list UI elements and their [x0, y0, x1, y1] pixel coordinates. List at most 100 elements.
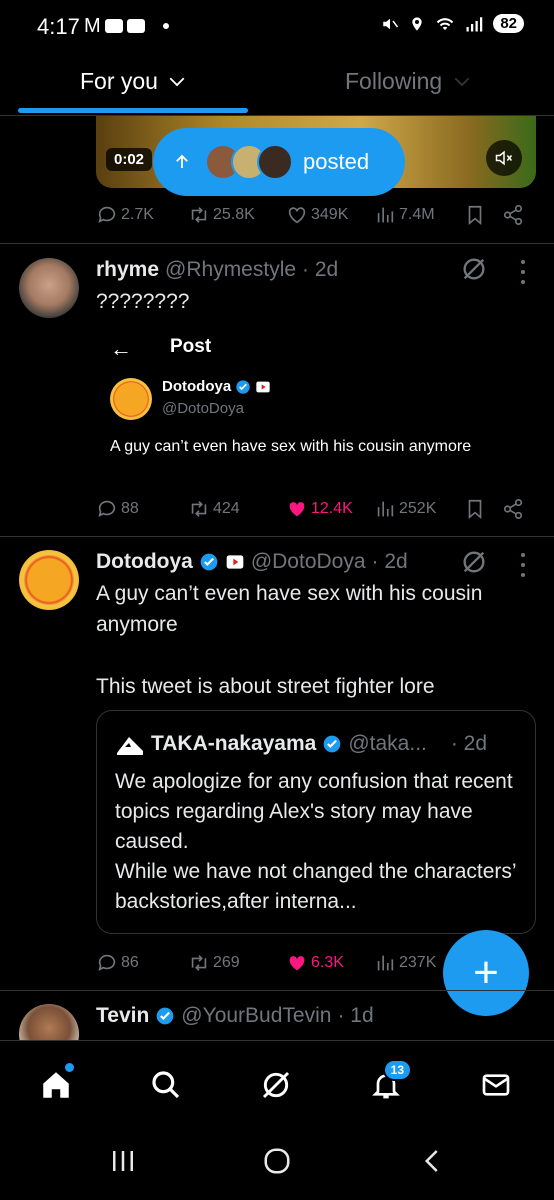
reply-button[interactable]: 2.7K [96, 204, 178, 226]
youtube-badge-icon [256, 381, 270, 392]
home-circle-icon[interactable] [262, 1146, 292, 1176]
repost-count: 25.8K [213, 206, 255, 223]
embedded-text: A guy can’t even have sex with his cousi… [110, 438, 472, 455]
more-options-icon[interactable] [520, 553, 526, 577]
location-icon [412, 16, 422, 31]
like-count: 6.3K [311, 954, 344, 971]
active-tab-indicator [18, 108, 248, 113]
nav-search[interactable] [146, 1065, 186, 1105]
views-button[interactable]: 7.4M [374, 204, 454, 226]
heart-filled-icon [289, 502, 305, 517]
divider [0, 990, 554, 991]
grok-icon[interactable] [460, 255, 488, 283]
heart-filled-icon [289, 956, 305, 971]
author-handle[interactable]: @YourBudTevin [181, 1004, 331, 1028]
avatar [110, 378, 152, 420]
quoted-tweet-time: · 2d [450, 732, 488, 755]
tab-for-you[interactable]: For you [80, 68, 186, 95]
nav-grok[interactable] [256, 1065, 296, 1105]
reply-icon [98, 500, 116, 517]
divider [0, 243, 554, 244]
views-button[interactable]: 252K [374, 498, 454, 520]
posted-label: posted [303, 149, 370, 174]
verified-icon [236, 379, 250, 394]
gmail-icon: M [84, 15, 101, 37]
reply-icon [98, 206, 116, 223]
embedded-author-name-text: Dotodoya [162, 378, 232, 395]
quoted-tweet-header: TAKA-nakayama @taka... · 2d [115, 729, 487, 759]
status-right-icons: 82 [381, 14, 524, 33]
author-name[interactable]: Tevin [96, 1004, 149, 1028]
like-button[interactable]: 12.4K [286, 498, 372, 520]
mail-icon [482, 1074, 510, 1096]
volume-muted-icon [495, 150, 513, 166]
tweet-time: · 1d [337, 1004, 374, 1027]
bottom-navigation: 13 [0, 1040, 554, 1130]
home-icon [43, 1072, 69, 1098]
more-options-icon[interactable] [520, 260, 526, 284]
divider [0, 536, 554, 537]
tweet-text: A guy can’t even have sex with his cousi… [96, 582, 483, 698]
back-icon[interactable] [418, 1146, 448, 1176]
tab-following[interactable]: Following [345, 68, 471, 95]
youtube-icon [104, 19, 123, 33]
avatar [115, 729, 145, 759]
grok-icon[interactable] [460, 548, 488, 576]
system-navigation [0, 1130, 554, 1200]
wifi-icon [437, 17, 454, 30]
quoted-tweet[interactable]: TAKA-nakayama @taka... · 2d We apologize… [96, 710, 536, 934]
notification-dot-icon [162, 23, 169, 29]
bookmark-button[interactable] [464, 204, 486, 226]
verified-icon [156, 1007, 174, 1025]
share-button[interactable] [502, 498, 524, 520]
like-button[interactable]: 349K [286, 204, 372, 226]
status-left-icons: M [84, 16, 169, 36]
avatar [257, 144, 293, 180]
author-handle[interactable]: @Rhymestyle [165, 258, 296, 282]
author-name[interactable]: Dotodoya [96, 550, 193, 574]
heart-icon [288, 207, 306, 224]
youtube-icon [126, 19, 145, 33]
youtube-badge-icon [226, 555, 244, 569]
avatar[interactable] [19, 550, 79, 610]
views-icon [377, 207, 394, 223]
like-button[interactable]: 6.3K [286, 952, 372, 974]
share-button[interactable] [502, 204, 524, 226]
repost-count: 424 [213, 500, 240, 517]
search-icon [152, 1071, 180, 1099]
avatar[interactable] [19, 258, 79, 318]
repost-button[interactable]: 424 [188, 498, 284, 520]
mute-icon [383, 18, 399, 29]
reply-button[interactable]: 88 [96, 498, 178, 520]
quoted-author-name: TAKA-nakayama [151, 732, 317, 755]
author-name[interactable]: rhyme [96, 258, 159, 282]
repost-button[interactable]: 25.8K [188, 204, 284, 226]
quoted-tweet-text: We apologize for any confusion that rece… [115, 770, 516, 913]
recent-apps-icon[interactable] [108, 1146, 138, 1176]
like-count: 349K [311, 206, 349, 223]
author-handle[interactable]: @DotoDoya [251, 550, 366, 574]
feed-tabs: For you Following [0, 56, 554, 116]
signal-icon [466, 16, 483, 31]
arrow-up-icon [176, 154, 188, 168]
new-posts-pill[interactable]: posted [153, 128, 405, 196]
bookmark-button[interactable] [464, 498, 486, 520]
quoted-author-handle: @taka... [348, 732, 427, 755]
embedded-title: Post [170, 336, 212, 357]
views-button[interactable]: 237K [374, 952, 454, 974]
reply-button[interactable]: 86 [96, 952, 178, 974]
chevron-down-icon [454, 77, 469, 87]
embedded-screenshot[interactable]: ← Post Dotodoya @DotoDoya A guy can’t ev… [96, 330, 536, 480]
nav-home[interactable] [36, 1063, 76, 1105]
embedded-author-handle: @DotoDoya [162, 400, 244, 417]
nav-notifications[interactable]: 13 [366, 1059, 412, 1105]
embedded-author-name: Dotodoya [162, 378, 271, 395]
mute-button[interactable] [486, 140, 522, 176]
tab-for-you-label: For you [80, 68, 158, 94]
nav-messages[interactable] [476, 1065, 516, 1105]
battery-indicator: 82 [493, 14, 524, 33]
compose-button[interactable]: + [443, 930, 529, 1016]
back-arrow-icon: ← [110, 336, 132, 361]
repost-count: 269 [213, 954, 240, 971]
repost-button[interactable]: 269 [188, 952, 284, 974]
